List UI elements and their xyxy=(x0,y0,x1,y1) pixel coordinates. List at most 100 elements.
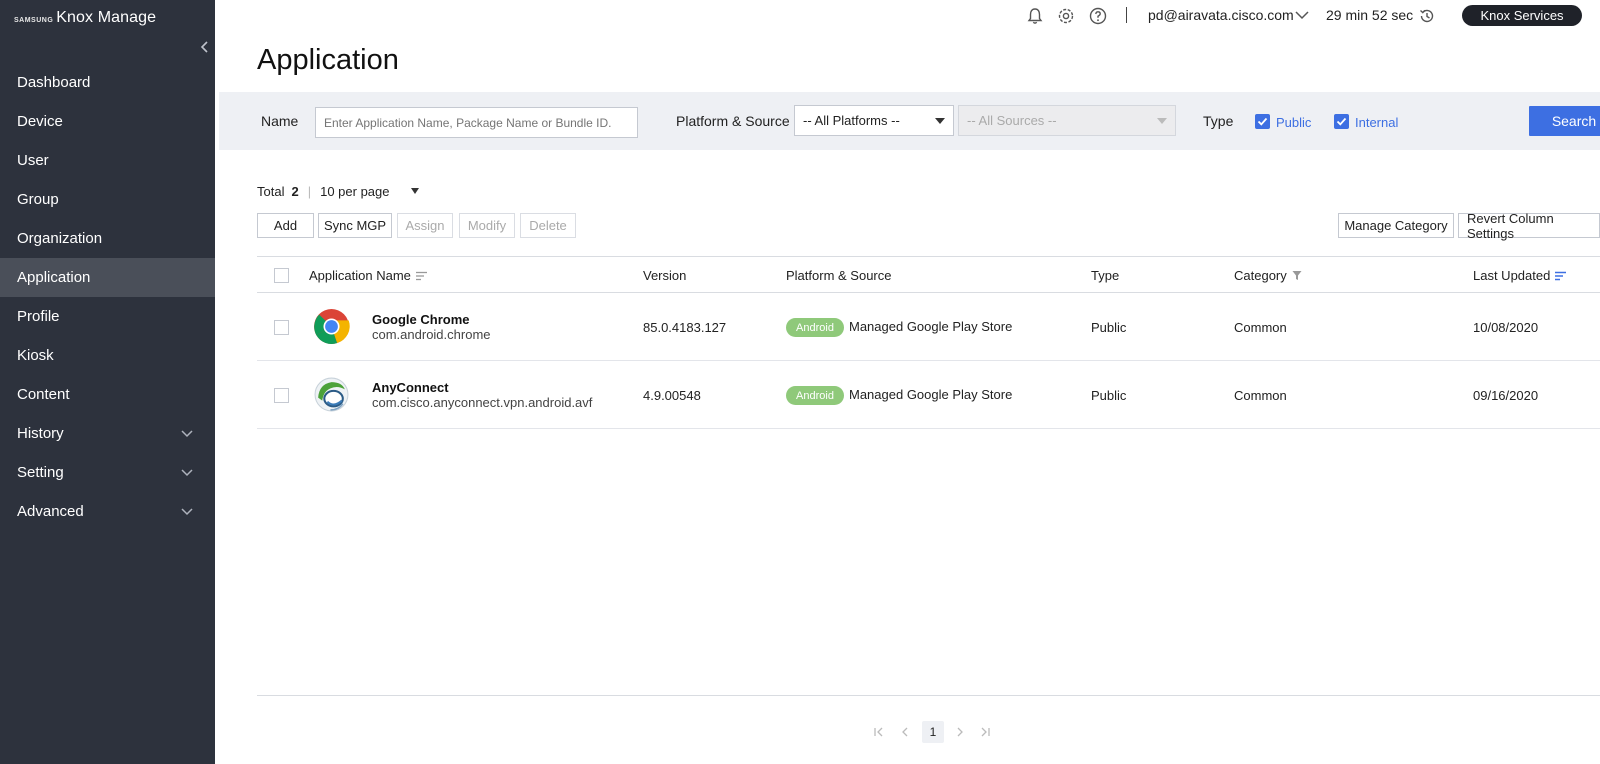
chevron-down-icon[interactable] xyxy=(1295,9,1309,21)
user-email[interactable]: pd@airavata.cisco.com xyxy=(1148,7,1294,23)
caret-down-icon xyxy=(935,118,945,124)
column-header-label: Platform & Source xyxy=(786,268,892,283)
knox-services-button[interactable]: Knox Services xyxy=(1462,5,1582,26)
sidebar-item-setting[interactable]: Setting xyxy=(0,453,215,492)
filter-bar: Name Platform & Source -- All Platforms … xyxy=(219,92,1600,150)
caret-down-icon[interactable] xyxy=(411,188,419,194)
sidebar-item-label: History xyxy=(17,425,64,442)
application-table: Application Name Version Platform & Sour… xyxy=(257,256,1600,429)
app-last-updated: 10/08/2020 xyxy=(1473,320,1539,335)
page-number-current[interactable]: 1 xyxy=(922,721,944,743)
search-button[interactable]: Search xyxy=(1529,106,1600,136)
column-header-label: Version xyxy=(643,268,687,283)
row-checkbox[interactable] xyxy=(274,388,289,403)
sidebar-item-advanced[interactable]: Advanced xyxy=(0,492,215,531)
public-checkbox-label[interactable]: Public xyxy=(1276,115,1311,130)
gear-icon[interactable] xyxy=(1056,6,1076,26)
page-title: Application xyxy=(257,44,399,76)
app-category: Common xyxy=(1234,320,1287,335)
app-category: Common xyxy=(1234,388,1287,403)
sidebar-item-label: Kiosk xyxy=(17,347,54,364)
app-package: com.cisco.anyconnect.vpn.android.avf xyxy=(372,395,593,410)
type-filter-label: Type xyxy=(1203,113,1234,129)
sort-icon[interactable] xyxy=(415,271,427,281)
help-icon[interactable] xyxy=(1088,6,1108,26)
sidebar-item-profile[interactable]: Profile xyxy=(0,297,215,336)
sidebar-item-device[interactable]: Device xyxy=(0,102,215,141)
sidebar-item-content[interactable]: Content xyxy=(0,375,215,414)
app-source: Managed Google Play Store xyxy=(849,387,1013,402)
last-page-icon[interactable] xyxy=(979,726,991,738)
column-header-label: Application Name xyxy=(309,268,411,283)
public-checkbox[interactable] xyxy=(1255,114,1270,129)
sidebar-item-kiosk[interactable]: Kiosk xyxy=(0,336,215,375)
add-button[interactable]: Add xyxy=(257,213,314,238)
knox-manage-logo[interactable]: SAMSUNG Knox Manage xyxy=(14,9,156,27)
sidebar-nav: Dashboard Device User Group Organization… xyxy=(0,63,215,531)
first-page-icon[interactable] xyxy=(873,726,885,738)
column-header-last-updated[interactable]: Last Updated xyxy=(1473,268,1567,283)
app-version: 4.9.00548 xyxy=(643,388,701,403)
column-header-category[interactable]: Category xyxy=(1234,268,1302,283)
column-header-type[interactable]: Type xyxy=(1091,268,1119,283)
per-page-select[interactable]: 10 per page xyxy=(320,184,389,199)
app-name[interactable]: AnyConnect xyxy=(372,380,449,395)
sidebar: SAMSUNG Knox Manage Dashboard Device Use… xyxy=(0,0,215,764)
row-checkbox[interactable] xyxy=(274,320,289,335)
sidebar-item-organization[interactable]: Organization xyxy=(0,219,215,258)
platform-select-value: -- All Platforms -- xyxy=(803,113,900,128)
internal-checkbox[interactable] xyxy=(1334,114,1349,129)
prev-page-icon[interactable] xyxy=(899,726,911,738)
platform-source-label: Platform & Source xyxy=(676,113,790,129)
column-header-version[interactable]: Version xyxy=(643,268,686,283)
modify-button[interactable]: Modify xyxy=(459,213,515,238)
delete-button[interactable]: Delete xyxy=(520,213,576,238)
sidebar-item-group[interactable]: Group xyxy=(0,180,215,219)
caret-down-icon xyxy=(1157,118,1167,124)
total-label: Total xyxy=(257,184,285,199)
column-header-application-name[interactable]: Application Name xyxy=(309,268,427,283)
column-header-platform-source[interactable]: Platform & Source xyxy=(786,268,892,283)
revert-column-settings-button[interactable]: Revert Column Settings xyxy=(1458,211,1600,241)
sidebar-item-application[interactable]: Application xyxy=(0,258,215,297)
sidebar-item-label: Organization xyxy=(17,230,103,247)
app-name[interactable]: Google Chrome xyxy=(372,312,470,327)
app-version: 85.0.4183.127 xyxy=(643,320,727,335)
next-page-icon[interactable] xyxy=(954,726,966,738)
sidebar-item-label: Profile xyxy=(17,308,60,325)
filter-icon[interactable] xyxy=(1292,270,1302,281)
session-timer: 29 min 52 sec xyxy=(1326,7,1414,23)
checkmark-icon xyxy=(1336,117,1347,126)
platform-select[interactable]: -- All Platforms -- xyxy=(794,105,954,136)
column-header-label: Last Updated xyxy=(1473,268,1551,283)
name-filter-label: Name xyxy=(261,113,299,129)
sidebar-item-dashboard[interactable]: Dashboard xyxy=(0,63,215,102)
sidebar-item-label: Device xyxy=(17,113,63,130)
manage-category-button[interactable]: Manage Category xyxy=(1338,213,1454,238)
table-row[interactable]: AnyConnect com.cisco.anyconnect.vpn.andr… xyxy=(257,361,1600,429)
bell-icon[interactable] xyxy=(1025,6,1045,26)
sidebar-item-label: User xyxy=(17,152,49,169)
checkmark-icon xyxy=(1257,117,1268,126)
source-select: -- All Sources -- xyxy=(958,105,1176,136)
sync-mgp-button[interactable]: Sync MGP xyxy=(318,213,392,238)
app-type: Public xyxy=(1091,320,1127,335)
list-summary: Total 2 | 10 per page xyxy=(257,184,390,199)
table-row[interactable]: Google Chrome com.android.chrome 85.0.41… xyxy=(257,293,1600,361)
history-refresh-icon[interactable] xyxy=(1417,6,1437,26)
assign-button[interactable]: Assign xyxy=(397,213,453,238)
select-all-checkbox[interactable] xyxy=(274,268,289,283)
collapse-sidebar-icon[interactable] xyxy=(199,40,211,54)
sidebar-item-label: Group xyxy=(17,191,59,208)
name-search-input[interactable] xyxy=(315,107,638,138)
chevron-down-icon xyxy=(181,508,193,516)
sidebar-item-label: Dashboard xyxy=(17,74,91,91)
app-last-updated: 09/16/2020 xyxy=(1473,388,1539,403)
source-select-value: -- All Sources -- xyxy=(967,113,1057,128)
column-header-label: Type xyxy=(1091,268,1120,283)
internal-checkbox-label[interactable]: Internal xyxy=(1355,115,1398,130)
sort-descending-icon[interactable] xyxy=(1555,271,1567,281)
sidebar-item-history[interactable]: History xyxy=(0,414,215,453)
sidebar-item-user[interactable]: User xyxy=(0,141,215,180)
chevron-down-icon xyxy=(181,469,193,477)
